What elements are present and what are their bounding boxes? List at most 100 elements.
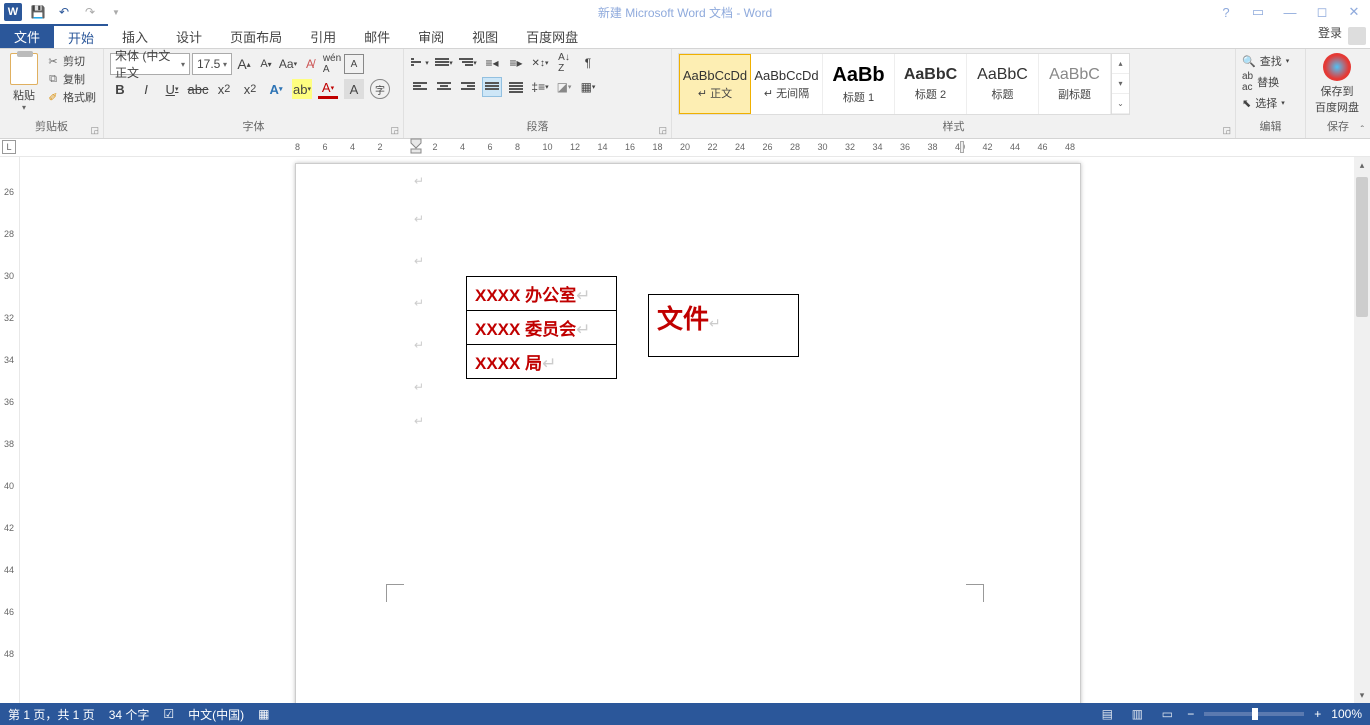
baidu-save-button[interactable]: 保存到 百度网盘 [1312,53,1362,115]
tab-home[interactable]: 开始 [54,24,108,48]
strike-button[interactable]: abc [188,79,208,99]
ribbon-options-icon[interactable]: ▭ [1246,2,1270,22]
tab-insert[interactable]: 插入 [108,24,162,48]
ruler-horizontal[interactable]: L 86422468101214161820222426283032343638… [0,139,1370,157]
align-left-button[interactable] [410,77,430,97]
copy-button[interactable]: ⧉复制 [46,71,96,87]
highlight-button[interactable]: ab▾ [292,79,312,99]
paste-button[interactable]: 粘贴 ▾ [6,53,42,112]
text-direction-button[interactable]: ✕↕▾ [530,53,550,73]
help-icon[interactable]: ? [1214,2,1238,22]
tab-mailings[interactable]: 邮件 [350,24,404,48]
paragraph-launcher-icon[interactable]: ◲ [658,125,667,136]
style-heading2[interactable]: AaBbC 标题 2 [895,54,967,114]
cell-committee[interactable]: XXXX 委员会↵ [467,311,617,345]
tab-baidu[interactable]: 百度网盘 [512,24,592,48]
textbox-table-2[interactable]: 文件↵ [648,294,799,357]
numbering-button[interactable]: ▾ [434,53,454,73]
minimize-icon[interactable]: — [1278,2,1302,22]
login-link[interactable]: 登录 [1318,24,1342,41]
view-read-icon[interactable]: ▤ [1097,706,1117,722]
char-shading-button[interactable]: A [344,79,364,99]
word-count[interactable]: 34 个字 [109,706,150,723]
clear-format-button[interactable]: A̸ [300,54,320,74]
qat-save-icon[interactable]: 💾 [28,2,48,22]
tab-view[interactable]: 视图 [458,24,512,48]
styles-launcher-icon[interactable]: ◲ [1222,125,1231,136]
cell-bureau[interactable]: XXXX 局↵ [467,345,617,379]
style-normal[interactable]: AaBbCcDd ↵ 正文 [679,54,751,114]
enclose-char-button[interactable]: 字 [370,79,390,99]
bold-button[interactable]: B [110,79,130,99]
multilevel-button[interactable]: ▾ [458,53,478,73]
spellcheck-icon[interactable]: ☑ [163,707,174,721]
tab-references[interactable]: 引用 [296,24,350,48]
find-button[interactable]: 🔍查找▾ [1242,53,1299,69]
format-painter-button[interactable]: ✐格式刷 [46,89,96,105]
cell-document[interactable]: 文件↵ [649,295,799,357]
right-margin-marker[interactable] [960,141,964,153]
replace-button[interactable]: abac替换 [1242,71,1299,93]
view-web-icon[interactable]: ▭ [1157,706,1177,722]
close-icon[interactable]: ✕ [1342,2,1366,22]
style-heading1[interactable]: AaBb 标题 1 [823,54,895,114]
font-name-combo[interactable]: 宋体 (中文正文▾ [110,53,190,75]
zoom-out-button[interactable]: − [1187,707,1194,721]
align-right-button[interactable] [458,77,478,97]
text-effects-button[interactable]: A▾ [266,79,286,99]
textbox-table-1[interactable]: XXXX 办公室↵ XXXX 委员会↵ XXXX 局↵ [466,276,617,379]
superscript-button[interactable]: x2 [240,79,260,99]
page-indicator[interactable]: 第 1 页，共 1 页 [8,706,95,723]
align-center-button[interactable] [434,77,454,97]
cut-button[interactable]: ✂剪切 [46,53,96,69]
subscript-button[interactable]: x2 [214,79,234,99]
zoom-level[interactable]: 100% [1331,707,1362,721]
macro-icon[interactable]: ▦ [258,707,269,721]
user-avatar-icon[interactable] [1348,27,1366,45]
align-distribute-button[interactable] [506,77,526,97]
qat-undo-icon[interactable]: ↶ [54,2,74,22]
shading-button[interactable]: ◪▾ [554,77,574,97]
font-launcher-icon[interactable]: ◲ [390,125,399,136]
change-case-button[interactable]: Aa▾ [278,54,298,74]
bullets-button[interactable]: ▾ [410,53,430,73]
maximize-icon[interactable]: ◻ [1310,2,1334,22]
decrease-indent-button[interactable]: ≡◂ [482,53,502,73]
qat-customize-icon[interactable]: ▼ [106,2,126,22]
tab-design[interactable]: 设计 [162,24,216,48]
sort-button[interactable]: A↓Z [554,53,574,73]
increase-indent-button[interactable]: ≡▸ [506,53,526,73]
language-indicator[interactable]: 中文(中国) [188,706,244,723]
line-spacing-button[interactable]: ‡≡▾ [530,77,550,97]
scroll-down-icon[interactable]: ▾ [1354,687,1370,703]
font-size-combo[interactable]: 17.5▾ [192,53,232,75]
italic-button[interactable]: I [136,79,156,99]
collapse-ribbon-icon[interactable]: ˆ [1361,125,1364,136]
cell-office[interactable]: XXXX 办公室↵ [467,277,617,311]
char-border-button[interactable]: A [344,54,364,74]
zoom-thumb[interactable] [1252,708,1258,720]
styles-gallery-more[interactable]: ▴▾⌄ [1111,54,1129,114]
phonetic-guide-button[interactable]: wénA [322,54,342,74]
clipboard-launcher-icon[interactable]: ◲ [90,125,99,136]
zoom-slider[interactable] [1204,712,1304,716]
tab-file[interactable]: 文件 [0,24,54,48]
show-marks-button[interactable]: ¶ [578,53,598,73]
tab-review[interactable]: 审阅 [404,24,458,48]
borders-button[interactable]: ▦▾ [578,77,598,97]
style-no-spacing[interactable]: AaBbCcDd ↵ 无间隔 [751,54,823,114]
font-color-button[interactable]: A▾ [318,79,338,99]
underline-button[interactable]: U▾ [162,79,182,99]
page[interactable]: ↵ ↵ ↵ ↵ ↵ ↵ ↵ XXXX 办公室↵ XXXX 委员会↵ XXXX 局… [295,163,1081,703]
ruler-vertical[interactable]: 262830323436384042444648 [0,157,20,703]
zoom-in-button[interactable]: + [1314,707,1321,721]
shrink-font-button[interactable]: A▾ [256,54,276,74]
indent-marker-icon[interactable] [410,138,422,154]
align-justify-button[interactable] [482,77,502,97]
scroll-up-icon[interactable]: ▴ [1354,157,1370,173]
grow-font-button[interactable]: A▴ [234,54,254,74]
scrollbar-vertical[interactable]: ▴ ▾ [1354,157,1370,703]
tab-layout[interactable]: 页面布局 [216,24,296,48]
style-subtitle[interactable]: AaBbC 副标题 [1039,54,1111,114]
view-print-icon[interactable]: ▥ [1127,706,1147,722]
